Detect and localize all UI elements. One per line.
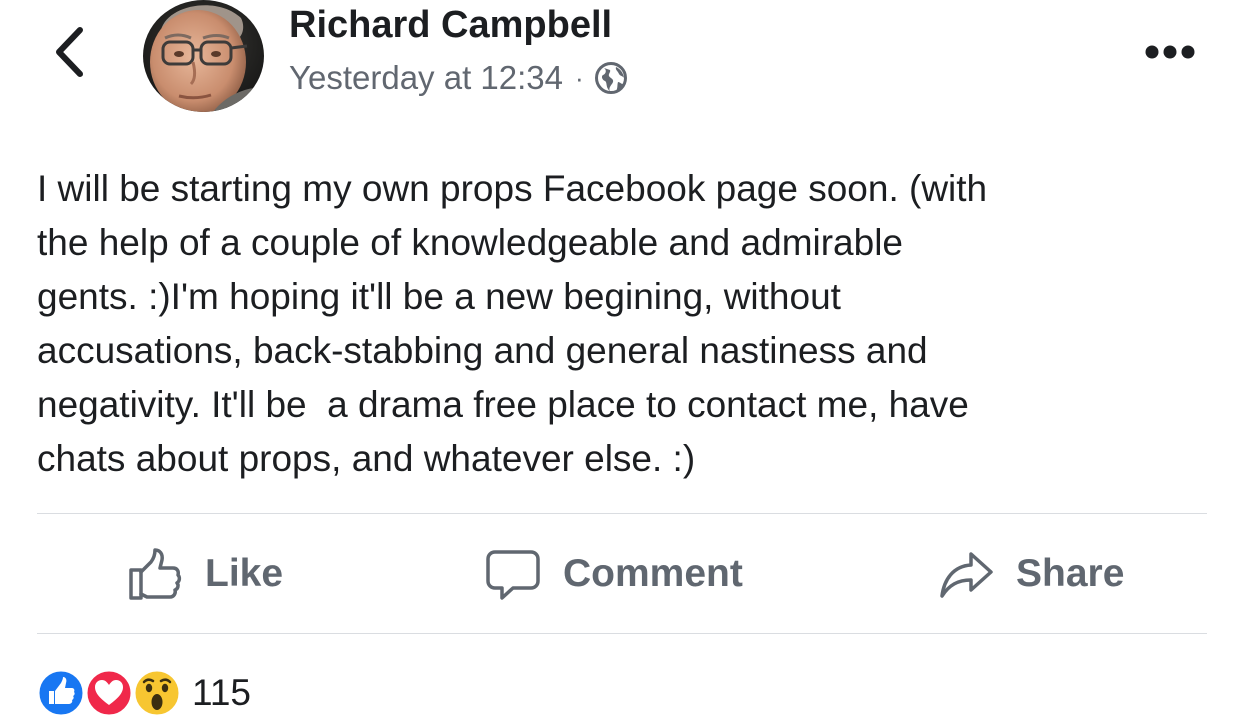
meta-separator: ·	[575, 62, 584, 93]
post-text: I will be starting my own props Facebook…	[37, 168, 988, 479]
share-button[interactable]: Share	[938, 514, 1124, 633]
comment-button[interactable]: Comment	[485, 514, 743, 633]
avatar[interactable]	[143, 0, 264, 112]
like-label: Like	[205, 551, 284, 595]
share-label: Share	[1016, 551, 1125, 595]
avatar-image	[143, 0, 264, 112]
love-reaction-icon	[84, 668, 134, 718]
comment-bubble-icon	[486, 549, 540, 600]
more-horizontal-icon	[1145, 45, 1195, 59]
comment-label: Comment	[563, 551, 743, 595]
like-button[interactable]: Like	[127, 514, 283, 633]
thumbs-up-icon	[129, 547, 182, 600]
post-meta: Yesterday at 12:34 ·	[289, 58, 628, 98]
more-options-button[interactable]	[1138, 36, 1202, 68]
post-timestamp[interactable]: Yesterday at 12:34	[289, 59, 563, 97]
reaction-icons	[36, 668, 182, 718]
wow-reaction-icon	[132, 668, 182, 718]
reaction-count: 115	[192, 672, 251, 713]
reactions-summary[interactable]: 115	[36, 668, 251, 718]
author-name[interactable]: Richard Campbell	[289, 4, 612, 47]
divider	[37, 633, 1207, 634]
back-button[interactable]	[50, 24, 94, 80]
share-arrow-icon	[940, 551, 993, 598]
like-reaction-icon	[36, 668, 86, 718]
action-bar: Like Comment Share	[37, 514, 1207, 633]
chevron-left-icon	[56, 27, 83, 77]
globe-icon[interactable]	[594, 61, 628, 95]
